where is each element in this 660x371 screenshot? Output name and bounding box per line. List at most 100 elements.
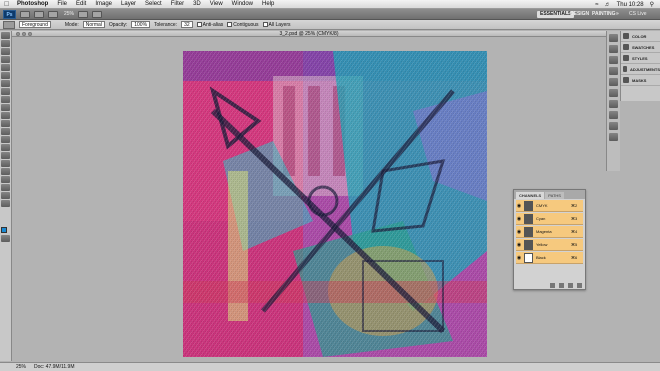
brushes-panel-icon[interactable] (609, 56, 618, 64)
shape-tool-icon[interactable] (1, 168, 10, 175)
paint-bucket-tool-icon[interactable] (1, 120, 10, 127)
3d-orbit-tool-icon[interactable] (1, 184, 10, 191)
all-layers-checkbox[interactable] (262, 21, 268, 27)
delete-channel-icon[interactable] (577, 283, 582, 288)
screen-mode-button[interactable] (92, 10, 103, 18)
menu-help[interactable]: Help (262, 1, 274, 7)
fill-source-select[interactable]: Foreground (19, 21, 51, 28)
type-tool-icon[interactable] (1, 152, 10, 159)
foreground-color-swatch[interactable] (1, 227, 7, 233)
history-brush-tool-icon[interactable] (1, 104, 10, 111)
pen-tool-icon[interactable] (1, 144, 10, 151)
menu-file[interactable]: File (57, 1, 67, 7)
channel-row-black[interactable]: ◉ Black ⌘6 (516, 252, 583, 264)
layers-panel-icon[interactable] (609, 100, 618, 108)
status-zoom[interactable]: 25% (16, 364, 26, 370)
spot-healing-tool-icon[interactable] (1, 80, 10, 87)
channel-row-cyan[interactable]: ◉ Cyan ⌘3 (516, 213, 583, 225)
artwork-image (183, 51, 487, 357)
zoom-window-icon[interactable] (28, 32, 32, 36)
eyedropper-tool-icon[interactable] (1, 72, 10, 79)
hand-tool-icon[interactable] (1, 192, 10, 199)
actions-panel-icon[interactable] (609, 45, 618, 53)
menu-select[interactable]: Select (145, 1, 162, 7)
zoom-level[interactable]: 25% (64, 11, 74, 17)
contiguous-option[interactable]: Contiguous (227, 21, 259, 28)
channel-row-magenta[interactable]: ◉ Magenta ⌘4 (516, 226, 583, 238)
history-panel-icon[interactable] (609, 34, 618, 42)
channel-row-cmyk[interactable]: ◉ CMYK ⌘2 (516, 200, 583, 212)
wifi-icon[interactable]: ≈ (595, 2, 598, 8)
opacity-input[interactable]: 100% (131, 21, 151, 28)
blur-tool-icon[interactable] (1, 128, 10, 135)
dodge-tool-icon[interactable] (1, 136, 10, 143)
workspace-design[interactable]: DESIGN (570, 11, 589, 18)
close-window-icon[interactable] (16, 32, 20, 36)
clock[interactable]: Thu 10:28 (617, 2, 644, 8)
clone-stamp-tool-icon[interactable] (1, 96, 10, 103)
workspace-painting[interactable]: PAINTING (592, 11, 616, 18)
status-doc-size[interactable]: Doc: 47.9M/11.9M (34, 364, 74, 370)
antialias-option[interactable]: Anti-alias (196, 21, 223, 28)
menu-edit[interactable]: Edit (76, 1, 86, 7)
visibility-eye-icon[interactable]: ◉ (516, 203, 522, 209)
panel-styles[interactable]: STYLES (621, 53, 660, 64)
zoom-tool-icon[interactable] (1, 200, 10, 207)
visibility-eye-icon[interactable]: ◉ (516, 216, 522, 222)
panel-masks[interactable]: MASKS (621, 75, 660, 86)
minibridge-button[interactable] (34, 10, 44, 18)
channel-row-yellow[interactable]: ◉ Yellow ⌘5 (516, 239, 583, 251)
apple-icon[interactable]:  (4, 1, 11, 8)
visibility-eye-icon[interactable]: ◉ (516, 229, 522, 235)
clone-source-panel-icon[interactable] (609, 67, 618, 75)
3d-panel-icon[interactable] (609, 122, 618, 130)
marquee-tool-icon[interactable] (1, 40, 10, 47)
load-selection-icon[interactable] (550, 283, 555, 288)
spotlight-icon[interactable]: ⚲ (650, 1, 654, 8)
tool-preset-picker[interactable] (3, 20, 15, 29)
paragraph-panel-icon[interactable] (609, 89, 618, 97)
all-layers-option[interactable]: All Layers (262, 21, 291, 28)
more-workspaces-icon[interactable]: » (616, 11, 619, 18)
menu-view[interactable]: View (210, 1, 223, 7)
visibility-eye-icon[interactable]: ◉ (516, 242, 522, 248)
quick-mask-icon[interactable] (1, 235, 10, 242)
tab-channels[interactable]: CHANNELS (516, 192, 545, 199)
menu-layer[interactable]: Layer (121, 1, 136, 7)
mode-select[interactable]: Normal (82, 21, 105, 28)
crop-tool-icon[interactable] (1, 64, 10, 71)
antialias-checkbox[interactable] (196, 21, 202, 27)
character-panel-icon[interactable] (609, 78, 618, 86)
save-selection-icon[interactable] (559, 283, 564, 288)
3d-rotate-tool-icon[interactable] (1, 176, 10, 183)
view-extras-button[interactable] (48, 10, 58, 18)
menu-app-name[interactable]: Photoshop (17, 1, 48, 7)
expand-dock-icon[interactable] (609, 133, 618, 141)
volume-icon[interactable]: ♬ (605, 2, 611, 8)
quick-selection-tool-icon[interactable] (1, 56, 10, 63)
menu-window[interactable]: Window (232, 1, 253, 7)
visibility-eye-icon[interactable]: ◉ (516, 255, 522, 261)
workspace-essentials[interactable]: ESSENTIALS (537, 11, 575, 18)
move-tool-icon[interactable] (1, 32, 10, 39)
menu-filter[interactable]: Filter (171, 1, 184, 7)
document-canvas[interactable] (183, 51, 487, 357)
paths-panel-icon[interactable] (609, 111, 618, 119)
panel-color[interactable]: COLOR (621, 31, 660, 42)
eraser-tool-icon[interactable] (1, 112, 10, 119)
minimize-window-icon[interactable] (22, 32, 26, 36)
panel-adjustments[interactable]: ADJUSTMENTS (621, 64, 660, 75)
bridge-button[interactable] (20, 10, 30, 18)
menu-3d[interactable]: 3D (193, 1, 201, 7)
path-selection-tool-icon[interactable] (1, 160, 10, 167)
lasso-tool-icon[interactable] (1, 48, 10, 55)
tolerance-input[interactable]: 32 (181, 21, 193, 28)
cs-live-button[interactable]: CS Live (629, 11, 647, 18)
brush-tool-icon[interactable] (1, 88, 10, 95)
new-channel-icon[interactable] (568, 283, 573, 288)
arrange-documents-button[interactable] (78, 10, 89, 18)
tab-paths[interactable]: PATHS (545, 192, 564, 199)
menu-image[interactable]: Image (95, 1, 112, 7)
contiguous-checkbox[interactable] (227, 21, 233, 27)
panel-swatches[interactable]: SWATCHES (621, 42, 660, 53)
